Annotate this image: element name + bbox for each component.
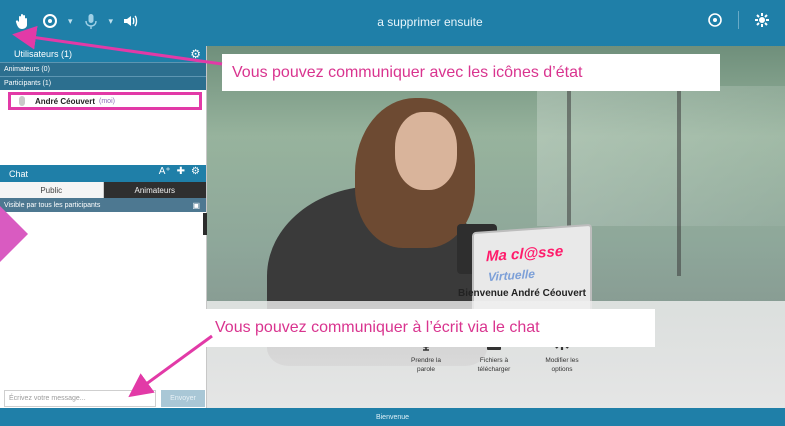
annotation-callout-chat: Vous pouvez communiquer à l’écrit via le… xyxy=(205,309,655,347)
status-icon[interactable] xyxy=(41,12,59,30)
tab-animateurs[interactable]: Animateurs xyxy=(103,182,206,198)
user-self-tag: (moi) xyxy=(99,97,115,105)
topbar-tools xyxy=(706,11,771,29)
action-label: Modifier les options xyxy=(545,357,579,373)
chat-header-label: Chat xyxy=(9,168,29,179)
person-face xyxy=(395,112,457,190)
gear-icon[interactable]: ⚙ xyxy=(190,47,201,61)
action-label: Prendre la parole xyxy=(411,357,441,373)
gear-icon[interactable]: ⚙ xyxy=(191,166,200,177)
brand-logo-line2: Virtuelle xyxy=(488,266,535,285)
users-header-label: Utilisateurs (1) xyxy=(14,49,73,59)
document-icon[interactable]: ▣ xyxy=(192,201,200,210)
send-button[interactable]: Envoyer xyxy=(161,390,205,407)
action-label: Fichiers à télécharger xyxy=(477,357,511,373)
chat-tabs: Public Animateurs xyxy=(0,182,206,198)
gear-icon[interactable] xyxy=(753,11,771,29)
font-size-icon[interactable]: A⁺ xyxy=(159,166,171,177)
tab-public[interactable]: Public xyxy=(0,182,104,198)
chat-tools: A⁺ ✚ ⚙ xyxy=(159,166,200,177)
plus-icon[interactable]: ✚ xyxy=(177,166,185,177)
footer-bar: Bienvenue xyxy=(0,408,785,426)
session-title: a supprimer ensuite xyxy=(377,15,483,29)
share-icon[interactable] xyxy=(706,11,724,29)
brand-logo-line1: Ma cl@sse xyxy=(486,242,564,266)
user-list-item[interactable]: André Céouvert (moi) xyxy=(8,92,202,110)
welcome-title: Bienvenue André Céouvert xyxy=(458,288,586,299)
chevron-down-icon[interactable]: ▾ xyxy=(68,16,73,27)
annotation-callout-status: Vous pouvez communiquer avec les icônes … xyxy=(222,54,720,91)
visibility-note: Visible par tous les participants xyxy=(4,201,101,209)
chat-section-header[interactable]: Chat A⁺ ✚ ⚙ xyxy=(0,165,206,182)
chat-message-input[interactable]: Écrivez votre message... xyxy=(4,390,156,407)
hand-icon[interactable] xyxy=(14,12,32,30)
status-icons-group: ▾ ▾ xyxy=(14,12,140,30)
chat-visibility-bar: Visible par tous les participants ▣ xyxy=(0,198,206,212)
users-section-header[interactable]: Utilisateurs (1) ⚙ xyxy=(0,46,206,62)
user-mic-icon xyxy=(19,96,25,106)
participants-row[interactable]: Participants (1) xyxy=(0,76,206,90)
topbar-divider xyxy=(738,11,739,29)
window-frame xyxy=(677,76,681,276)
user-name: André Céouvert xyxy=(35,96,96,106)
top-bar: ▾ ▾ a supprimer ensuite xyxy=(0,0,785,46)
main-content: Ma cl@sse Virtuelle Bienvenue André Céou… xyxy=(207,46,785,408)
volume-icon[interactable] xyxy=(122,12,140,30)
background-window xyxy=(537,86,785,226)
chevron-down-icon[interactable]: ▾ xyxy=(109,16,114,27)
mic-icon[interactable] xyxy=(82,12,100,30)
chat-messages-area xyxy=(0,212,206,384)
left-panel: Utilisateurs (1) ⚙ Animateurs (0) Partic… xyxy=(0,46,207,408)
app-window: ▾ ▾ a supprimer ensuite Utilisateurs (1)… xyxy=(0,0,785,426)
animators-row[interactable]: Animateurs (0) xyxy=(0,62,206,76)
